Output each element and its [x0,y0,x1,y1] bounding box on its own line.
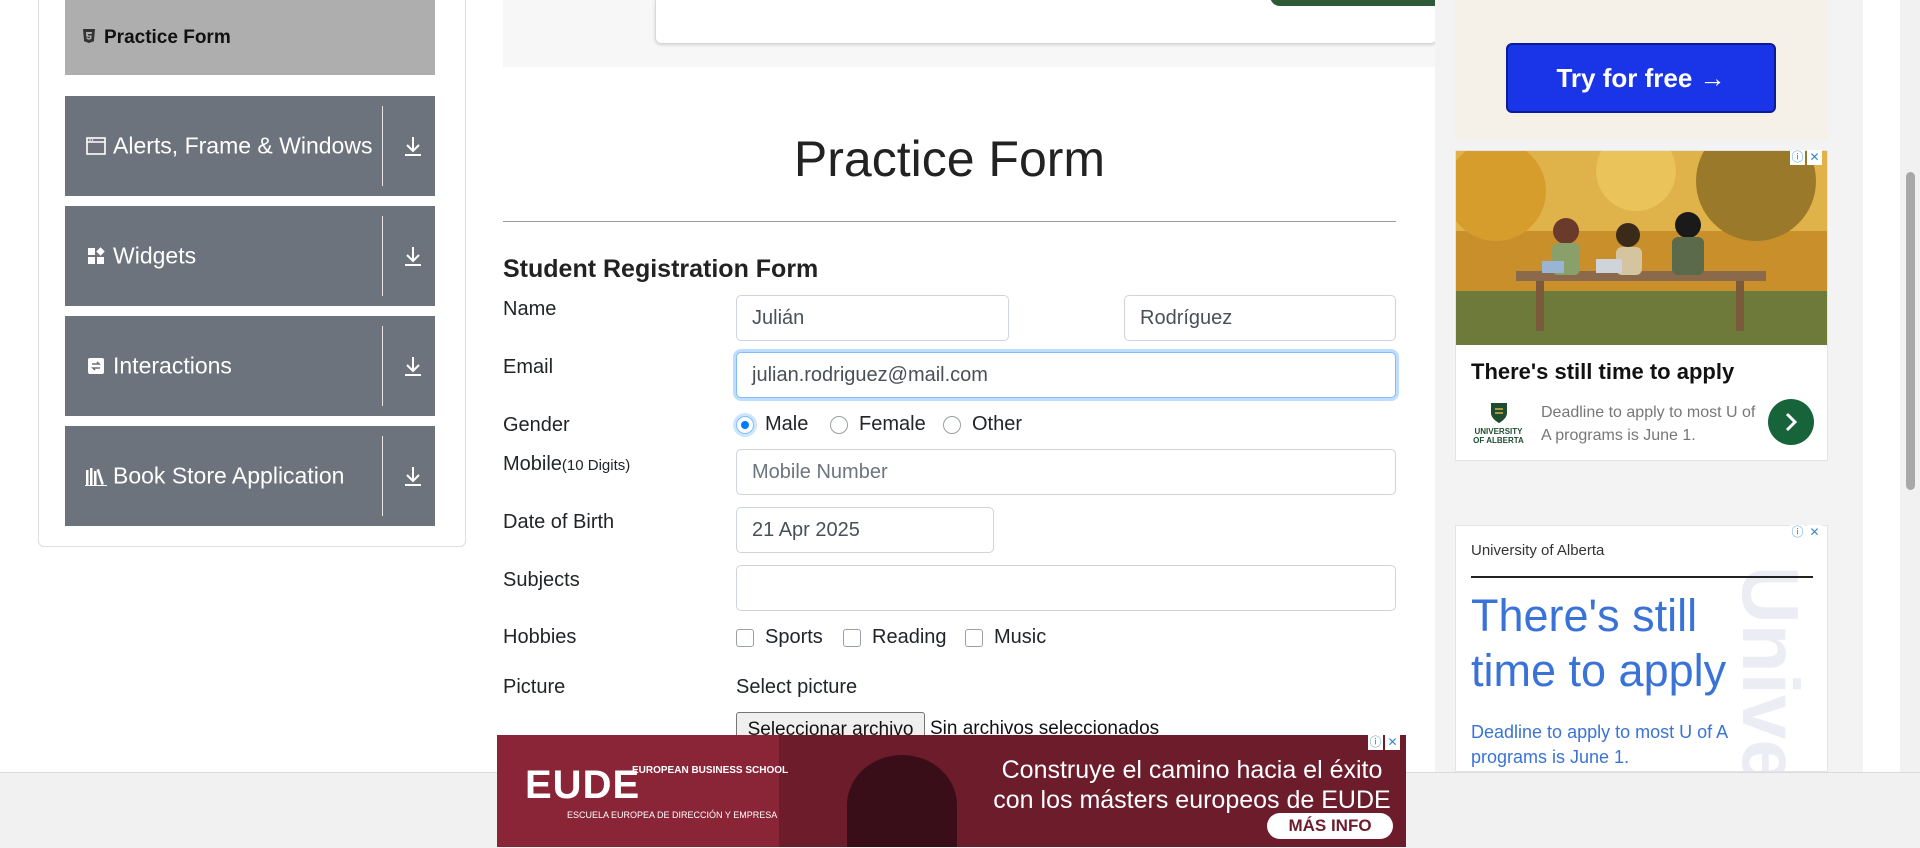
html5-icon [83,29,95,46]
radio-label: Female [859,413,926,435]
eude-tagline: ESCUELA EUROPEA DE DIRECCIÓN Y EMPRESA [567,810,778,820]
email-label: Email [503,356,554,378]
date-of-birth-input[interactable]: 21 Apr 2025 [736,507,994,553]
sidebar-group-book-store[interactable]: Book Store Application [65,426,435,526]
try-for-free-button[interactable]: Try for free → [1506,43,1776,113]
mobile-hint: (10 Digits) [561,457,631,474]
ad-choices-icon[interactable]: ⓘ [1790,525,1805,540]
books-icon [85,465,107,487]
ad-close-icon[interactable]: ✕ [1385,735,1400,750]
ad-org: University of Alberta [1471,542,1605,559]
ad-choices-icon[interactable]: ⓘ [1790,150,1805,165]
chevron-right-icon[interactable] [1768,399,1814,445]
subjects-input[interactable] [736,565,1396,611]
radio-button[interactable] [830,415,848,434]
top-card [655,0,1437,44]
divider [1471,576,1813,578]
sidebar-group-label: Book Store Application [113,462,345,489]
checkbox-label: Music [994,626,1047,648]
widgets-icon [85,245,107,267]
scrollbar-thumb[interactable] [1906,172,1915,490]
checkbox-label: Sports [765,626,823,648]
sidebar-group-interactions[interactable]: Interactions [65,316,435,416]
gender-radio-male[interactable]: Male [736,413,808,436]
window-icon [85,135,107,157]
download-icon[interactable] [391,206,435,306]
select-picture-label: Select picture [736,676,858,698]
university-logo: UNIVERSITY OF ALBERTA [1471,401,1526,445]
sidebar-item-label: Practice Form [104,26,231,48]
name-label: Name [503,298,557,320]
divider [382,436,383,516]
eude-brand: EUDE [525,763,641,807]
checkbox[interactable] [965,628,983,647]
eude-subtitle: EUROPEAN BUSINESS SCHOOL [632,765,789,776]
hobby-checkbox-reading[interactable]: Reading [843,626,947,649]
university-ad-text[interactable]: Univers University of Alberta There's st… [1455,525,1828,772]
ad-subtext: Deadline to apply to most U of A program… [1541,404,1756,444]
ad-close-icon[interactable]: ✕ [1807,150,1822,165]
last-name-input[interactable]: Rodríguez [1124,295,1396,341]
checkbox-label: Reading [872,626,947,648]
ad-controls: ⓘ ✕ [1790,150,1822,165]
ad-choices-icon[interactable]: ⓘ [1368,735,1383,750]
sidebar-item-practice-form[interactable]: Practice Form [65,0,435,75]
ad-controls: ⓘ ✕ [1368,735,1400,750]
hobby-checkbox-sports[interactable]: Sports [736,626,823,649]
page-title: Practice Form [793,131,1106,187]
university-ad-image[interactable]: There's still time to apply UNIVERSITY O… [1455,150,1828,461]
radio-button[interactable] [736,415,754,434]
ad-close-icon[interactable]: ✕ [1807,525,1822,540]
email-input[interactable]: julian.rodriguez@mail.com [736,352,1396,398]
students-photo [1456,151,1827,345]
divider [503,221,1396,222]
sidebar-group-label: Interactions [113,352,232,379]
download-icon[interactable] [391,96,435,196]
radio-button[interactable] [943,415,961,434]
sidebar-group-label: Widgets [113,242,197,269]
checkbox[interactable] [843,628,861,647]
graduate-silhouette [847,755,957,847]
hobby-checkbox-music[interactable]: Music [965,626,1046,649]
sidebar-group-widgets[interactable]: Widgets [65,206,435,306]
radio-label: Other [972,413,1023,435]
radio-label: Male [765,413,809,435]
gender-radio-female[interactable]: Female [830,413,926,436]
hobbies-label: Hobbies [503,626,577,648]
eude-banner-ad[interactable]: EUDE EUROPEAN BUSINESS SCHOOL ESCUELA EU… [497,735,1406,847]
ad-headline: There's still time to apply [1471,359,1735,384]
form-title: Student Registration Form [503,255,819,283]
mobile-input[interactable]: Mobile Number [736,449,1396,495]
download-icon[interactable] [391,316,435,416]
mas-info-button[interactable]: MÁS INFO [1267,813,1393,839]
university-logo-text: UNIVERSITY OF ALBERTA [1473,427,1524,445]
mobile-label: Mobile(10 Digits) [503,453,630,476]
mobile-label-text: Mobile [503,453,562,475]
sidebar-group-alerts[interactable]: Alerts, Frame & Windows [65,96,435,196]
dob-label: Date of Birth [503,511,615,533]
divider [382,216,383,296]
subjects-label: Subjects [503,569,580,591]
interactions-icon [85,355,107,377]
ad-controls: ⓘ ✕ [1790,525,1822,540]
top-banner-button[interactable] [1270,0,1450,6]
divider [382,106,383,186]
divider [382,326,383,406]
first-name-input[interactable]: Julián [736,295,1009,341]
eude-logo: EUDE [525,763,640,808]
picture-label: Picture [503,676,566,698]
sidebar-group-label: Alerts, Frame & Windows [113,132,373,159]
ad-subtext: Deadline to apply to most U of A program… [1471,722,1728,767]
ad-headline: There's still time to apply [1471,590,1727,696]
ad-message: Construye el camino hacia el éxito con l… [993,756,1391,814]
checkbox[interactable] [736,628,754,647]
download-icon[interactable] [391,426,435,526]
gender-label: Gender [503,414,570,436]
gender-radio-other[interactable]: Other [943,413,1022,436]
